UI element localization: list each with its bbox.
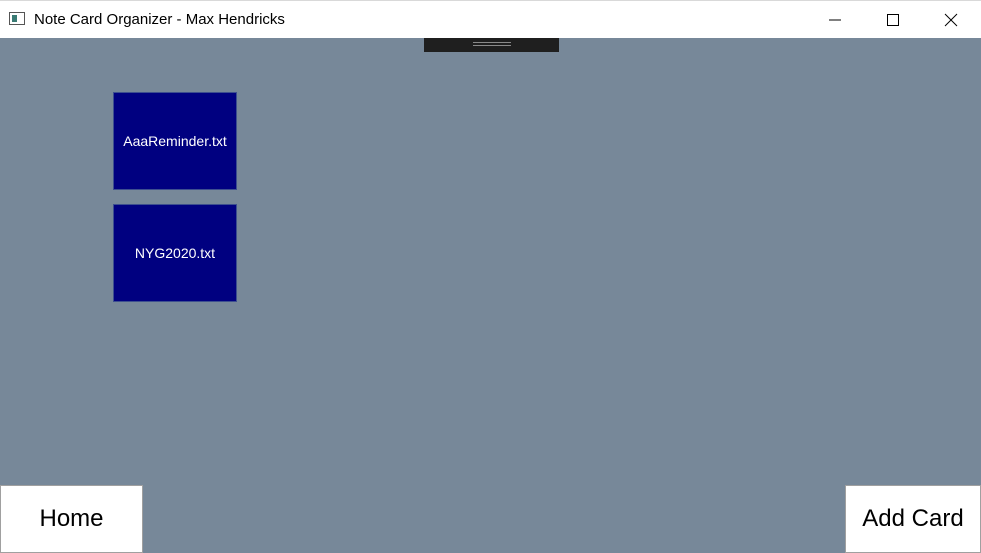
maximize-icon bbox=[887, 14, 899, 26]
window-title: Note Card Organizer - Max Hendricks bbox=[34, 11, 285, 28]
close-icon bbox=[944, 13, 958, 27]
minimize-icon bbox=[829, 19, 841, 21]
grip-line bbox=[473, 45, 511, 46]
app-window-icon bbox=[9, 12, 25, 25]
note-card-label: NYG2020.txt bbox=[134, 245, 216, 261]
app-window: Note Card Organizer - Max Hendricks AaaR… bbox=[0, 0, 981, 553]
title-bar[interactable]: Note Card Organizer - Max Hendricks bbox=[0, 0, 981, 38]
note-card[interactable]: NYG2020.txt bbox=[113, 204, 237, 302]
note-card[interactable]: AaaReminder.txt bbox=[113, 92, 237, 190]
close-button[interactable] bbox=[922, 1, 980, 38]
maximize-button[interactable] bbox=[864, 1, 922, 38]
minimize-button[interactable] bbox=[806, 1, 864, 38]
add-card-button-label: Add Card bbox=[862, 505, 964, 532]
drag-handle[interactable] bbox=[424, 38, 559, 52]
add-card-button[interactable]: Add Card bbox=[845, 485, 981, 553]
home-button[interactable]: Home bbox=[0, 485, 143, 553]
grip-line bbox=[473, 42, 511, 43]
note-card-label: AaaReminder.txt bbox=[123, 133, 227, 149]
home-button-label: Home bbox=[39, 505, 104, 532]
